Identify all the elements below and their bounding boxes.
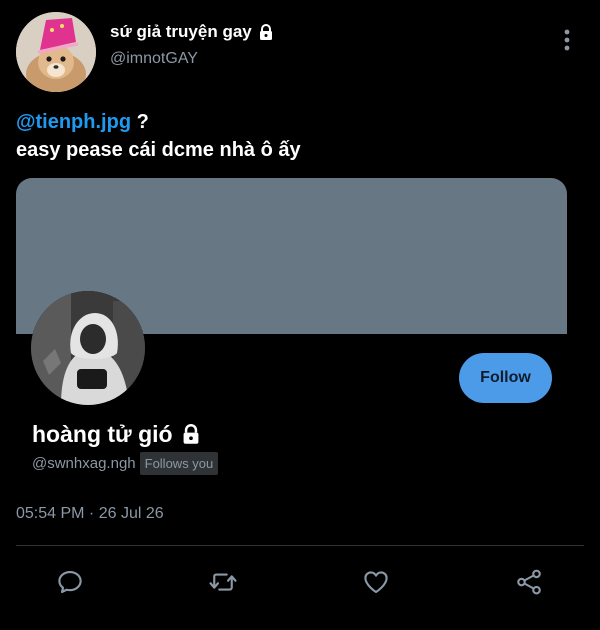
divider <box>16 545 584 546</box>
tweet-timestamp[interactable]: 05:54 PM · 26 Jul 26 <box>16 505 164 523</box>
share-button[interactable] <box>513 566 545 598</box>
profile-card-avatar[interactable] <box>31 291 145 405</box>
retweet-icon <box>209 573 237 591</box>
hooded-person-avatar-icon <box>31 291 145 405</box>
lock-icon <box>259 23 272 40</box>
profile-card-name[interactable]: hoàng tử gió <box>32 421 173 448</box>
profile-card-handle[interactable]: @swnhxag.ngh <box>32 455 136 472</box>
author-name-row[interactable]: sứ giả truyện gay <box>110 22 274 42</box>
follows-you-badge: Follows you <box>139 452 219 475</box>
profile-card-name-row[interactable]: hoàng tử gió <box>32 421 201 448</box>
author-handle[interactable]: @imnotGAY <box>110 50 198 68</box>
reply-icon <box>58 570 82 594</box>
lock-icon <box>183 424 198 444</box>
mention-suffix: ? <box>131 111 149 133</box>
like-button[interactable] <box>360 566 392 598</box>
follow-button[interactable]: Follow <box>459 353 552 403</box>
retweet-button[interactable] <box>207 566 239 598</box>
author-avatar[interactable] <box>16 12 96 92</box>
more-options-icon[interactable] <box>558 28 576 52</box>
mention-link[interactable]: @tienph.jpg <box>16 111 131 133</box>
tweet-line-1: @tienph.jpg ? <box>16 108 576 136</box>
chihuahua-avatar-icon <box>16 12 96 92</box>
author-name[interactable]: sứ giả truyện gay <box>110 22 252 42</box>
reply-button[interactable] <box>54 566 86 598</box>
heart-icon <box>364 571 388 594</box>
tweet-line-2: easy pease cái dcme nhà ô ấy <box>16 139 301 161</box>
profile-card-handle-row: @swnhxag.ngh Follows you <box>32 452 219 475</box>
tweet-text: @tienph.jpg ? easy pease cái dcme nhà ô … <box>16 108 576 164</box>
share-icon <box>517 569 541 595</box>
